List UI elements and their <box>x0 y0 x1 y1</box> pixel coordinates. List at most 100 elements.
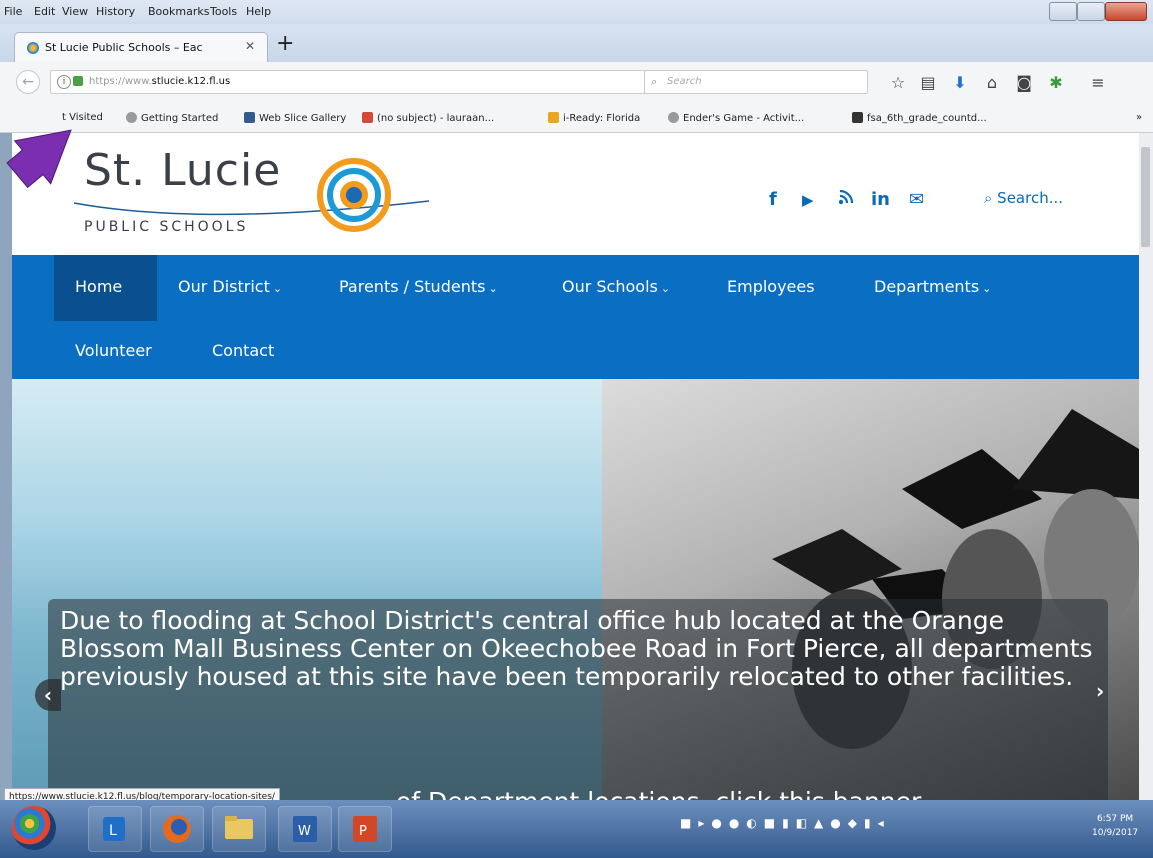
logo-subtitle: PUBLIC SCHOOLS <box>84 219 249 235</box>
menu-bookmarks[interactable]: Bookmarks <box>148 5 209 18</box>
nav-volunteer[interactable]: Volunteer <box>75 341 152 360</box>
hamburger-menu-icon[interactable]: ≡ <box>1088 73 1108 92</box>
menu-edit[interactable]: Edit <box>34 5 55 18</box>
home-icon[interactable]: ⌂ <box>982 73 1002 92</box>
search-icon: ⌕ <box>651 75 658 88</box>
svg-text:L: L <box>109 823 117 839</box>
start-button-icon[interactable] <box>12 806 56 850</box>
taskbar-lync[interactable]: L <box>88 806 142 852</box>
rss-icon[interactable] <box>838 189 854 210</box>
search-link-label: Search... <box>997 189 1064 207</box>
nav-our-schools[interactable]: Our Schools ⌄ <box>562 277 670 296</box>
url-bar[interactable]: i https://www.stlucie.k12.fl.us C <box>50 70 688 94</box>
tab-strip: St Lucie Public Schools – Eac ✕ + <box>0 24 1153 63</box>
menu-tools[interactable]: Tools <box>210 5 237 18</box>
svg-text:W: W <box>298 824 311 839</box>
word-app-icon: W <box>293 816 317 842</box>
nav-label: Our District <box>178 277 270 296</box>
taskbar-firefox[interactable] <box>150 806 204 852</box>
youtube-icon[interactable]: ▶ <box>802 191 814 209</box>
url-scheme: https://www. <box>89 76 152 87</box>
window-controls <box>1049 2 1147 21</box>
reading-list-icon[interactable]: ▤ <box>918 73 938 92</box>
extension-icon[interactable]: ✱ <box>1046 73 1066 92</box>
folder-app-icon <box>225 816 253 839</box>
nav-our-district[interactable]: Our District ⌄ <box>178 277 282 296</box>
powerpoint-app-icon: P <box>353 816 377 842</box>
nav-parents-students[interactable]: Parents / Students ⌄ <box>339 277 498 296</box>
tab-active[interactable]: St Lucie Public Schools – Eac ✕ <box>14 32 268 63</box>
taskbar-explorer[interactable] <box>212 806 266 852</box>
menu-help[interactable]: Help <box>246 5 271 18</box>
bookmark-enders-game[interactable]: Ender's Game - Activit... <box>668 112 804 124</box>
minimize-button[interactable] <box>1049 2 1077 21</box>
lync-app-icon: L <box>103 817 125 841</box>
page-scrollbar[interactable] <box>1139 133 1153 800</box>
taskbar-powerpoint[interactable]: P <box>338 806 392 852</box>
nav-label: Parents / Students <box>339 277 486 296</box>
web-slice-icon <box>244 112 255 123</box>
gmail-icon <box>362 112 373 123</box>
linkedin-icon[interactable]: in <box>871 189 890 210</box>
page-bookmark-icon <box>668 112 679 123</box>
info-icon[interactable]: i <box>57 75 71 89</box>
system-clock[interactable]: 6:57 PM 10/9/2017 <box>1092 812 1138 840</box>
nav-contact[interactable]: Contact <box>212 341 274 360</box>
caption-text: Due to flooding at School District's cen… <box>60 606 1093 691</box>
annotation-arrow-icon <box>6 129 72 189</box>
bookmark-label: fsa_6th_grade_countd... <box>867 113 987 124</box>
scrollbar-thumb[interactable] <box>1141 147 1150 247</box>
facebook-icon[interactable]: f <box>769 189 777 210</box>
iready-icon <box>548 112 559 123</box>
site-search-link[interactable]: ⌕ Search... <box>984 189 1063 207</box>
nav-label: Departments <box>874 277 980 296</box>
nav-departments[interactable]: Departments ⌄ <box>874 277 991 296</box>
site-header: St. Lucie PUBLIC SCHOOLS f ▶ in ✉ ⌕ Sear… <box>12 133 1139 255</box>
tab-title: St Lucie Public Schools – Eac <box>45 41 203 54</box>
bookmarks-toolbar: t Visited Getting Started Web Slice Gall… <box>0 106 1153 133</box>
tab-close-icon[interactable]: ✕ <box>245 39 255 53</box>
windows-taskbar: L W P ■▸●●◐■▮◧▲●◆▮◂ 6:57 PM 10/9/2017 <box>0 800 1153 858</box>
url-host: stlucie.k12.fl.us <box>151 76 231 87</box>
search-icon: ⌕ <box>984 189 998 207</box>
nav-label: Our Schools <box>562 277 658 296</box>
taskbar-word[interactable]: W <box>278 806 332 852</box>
system-tray-icons[interactable]: ■▸●●◐■▮◧▲●◆▮◂ <box>680 816 891 830</box>
hero-banner[interactable]: Due to flooding at School District's cen… <box>12 379 1139 800</box>
lock-icon[interactable] <box>73 76 83 86</box>
bookmark-label: Getting Started <box>141 113 219 124</box>
slider-next-arrow-icon[interactable]: › <box>1096 679 1104 703</box>
main-navigation: Home Our District ⌄ Parents / Students ⌄ O… <box>12 255 1139 379</box>
url-text[interactable]: https://www.stlucie.k12.fl.us <box>89 76 230 87</box>
bookmarks-overflow-icon[interactable]: » <box>1136 112 1142 123</box>
close-window-button[interactable] <box>1105 2 1147 21</box>
search-placeholder: Search <box>667 76 702 87</box>
maximize-button[interactable] <box>1077 2 1105 21</box>
bookmark-fsa[interactable]: fsa_6th_grade_countd... <box>852 112 987 124</box>
chevron-down-icon: ⌄ <box>272 282 283 295</box>
downloads-icon[interactable]: ⬇ <box>950 73 970 92</box>
nav-employees[interactable]: Employees <box>727 277 815 296</box>
chevron-down-icon: ⌄ <box>982 282 992 295</box>
bookmark-star-icon[interactable]: ☆ <box>888 73 908 92</box>
blackboard-icon <box>852 112 863 123</box>
slider-prev-arrow-icon[interactable]: ‹ <box>35 679 61 711</box>
bookmark-iready[interactable]: i-Ready: Florida <box>548 112 640 124</box>
menu-view[interactable]: View <box>62 5 88 18</box>
email-icon[interactable]: ✉ <box>909 189 924 210</box>
announcement-caption[interactable]: Due to flooding at School District's cen… <box>48 599 1108 800</box>
menu-file[interactable]: File <box>4 5 22 18</box>
web-page: St. Lucie PUBLIC SCHOOLS f ▶ in ✉ ⌕ Sear… <box>12 133 1139 800</box>
bookmark-web-slice[interactable]: Web Slice Gallery <box>244 112 346 124</box>
pocket-icon[interactable]: ◙ <box>1014 73 1034 92</box>
nav-home[interactable]: Home <box>75 277 122 296</box>
new-tab-button[interactable]: + <box>276 33 294 55</box>
bookmark-getting-started[interactable]: Getting Started <box>126 112 218 124</box>
bookmark-label: i-Ready: Florida <box>563 113 641 124</box>
caption-link-text[interactable]: of Department locations, click this bann… <box>396 787 927 800</box>
search-bar[interactable]: ⌕ Search <box>644 70 868 94</box>
site-favicon-icon <box>27 42 39 54</box>
bookmark-gmail[interactable]: (no subject) - lauraan... <box>362 112 494 124</box>
chevron-down-icon: ⌄ <box>660 282 671 295</box>
menu-history[interactable]: History <box>96 5 135 18</box>
